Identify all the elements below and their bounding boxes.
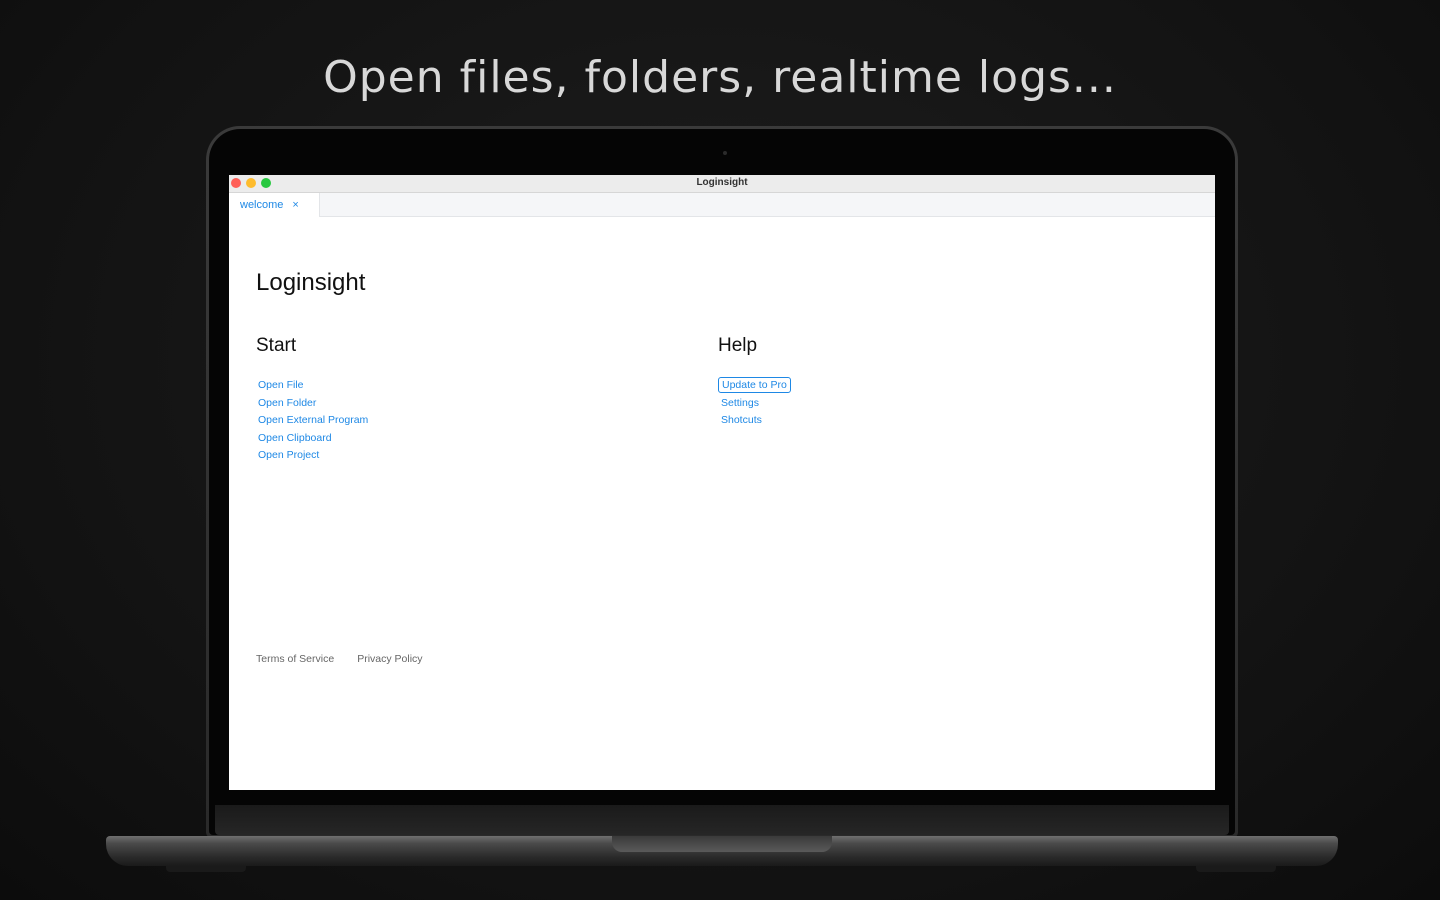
help-links: Update to Pro Settings Shotcuts xyxy=(718,375,791,428)
tab-welcome[interactable]: welcome × xyxy=(229,193,320,217)
shortcuts-link[interactable]: Shotcuts xyxy=(718,413,765,427)
privacy-policy-link[interactable]: Privacy Policy xyxy=(357,653,422,665)
tab-bar: welcome × xyxy=(229,193,1215,217)
tab-label: welcome xyxy=(240,199,284,211)
camera-icon xyxy=(723,151,727,155)
close-tab-icon[interactable]: × xyxy=(292,199,298,211)
page-title: Loginsight xyxy=(256,269,366,296)
help-heading: Help xyxy=(718,335,758,356)
laptop-chin xyxy=(215,805,1229,835)
start-heading: Start xyxy=(256,335,297,356)
open-file-link[interactable]: Open File xyxy=(258,378,304,392)
terms-of-service-link[interactable]: Terms of Service xyxy=(256,653,334,665)
settings-link[interactable]: Settings xyxy=(718,396,762,410)
start-links: Open File Open Folder Open External Prog… xyxy=(258,375,368,463)
open-clipboard-link[interactable]: Open Clipboard xyxy=(258,431,332,445)
marketing-headline: Open files, folders, realtime logs... xyxy=(323,52,1117,103)
laptop-foot-right xyxy=(1196,866,1276,872)
window-title: Loginsight xyxy=(696,177,748,188)
welcome-page: Loginsight Start Open File Open Folder O… xyxy=(229,217,1215,789)
app-window: Loginsight welcome × Loginsight Start Op… xyxy=(229,175,1215,790)
laptop-foot-left xyxy=(166,866,246,872)
footer-links: Terms of Service Privacy Policy xyxy=(256,653,423,665)
laptop-base xyxy=(106,836,1338,866)
open-project-link[interactable]: Open Project xyxy=(258,448,319,462)
open-external-program-link[interactable]: Open External Program xyxy=(258,413,368,427)
laptop-hinge-notch xyxy=(612,836,832,852)
update-to-pro-link[interactable]: Update to Pro xyxy=(718,377,791,393)
window-titlebar: Loginsight xyxy=(229,175,1215,193)
open-folder-link[interactable]: Open Folder xyxy=(258,396,316,410)
